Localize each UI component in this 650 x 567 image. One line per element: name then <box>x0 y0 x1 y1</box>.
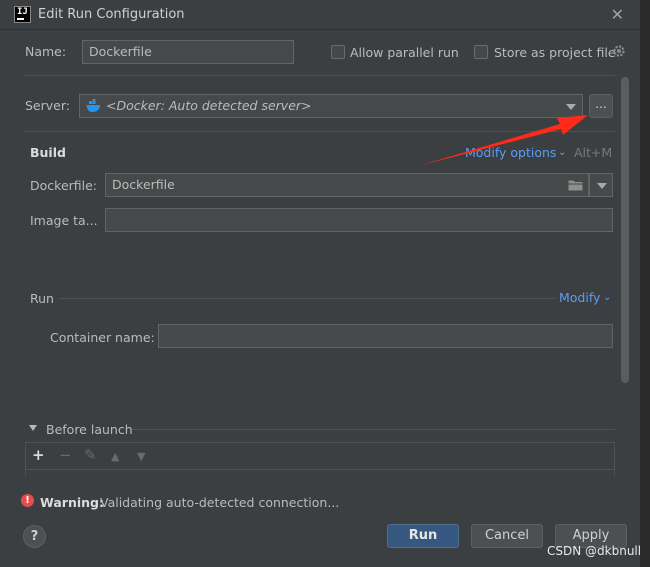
warning-icon: ! <box>21 494 34 507</box>
top-separator <box>23 75 615 76</box>
dockerfile-value: Dockerfile <box>112 177 175 192</box>
edit-icon[interactable]: ✎ <box>84 447 97 463</box>
server-dropdown[interactable]: <Docker: Auto detected server> <box>79 94 583 118</box>
run-heading: Run <box>30 291 54 306</box>
before-launch-separator <box>132 429 615 430</box>
name-label: Name: <box>25 44 67 59</box>
run-separator <box>59 298 555 299</box>
container-name-label: Container name: <box>50 330 155 345</box>
cancel-button[interactable]: Cancel <box>471 524 543 548</box>
dialog-window: IJ Edit Run Configuration ✕ Name: Docker… <box>0 0 640 567</box>
warning-message: Validating auto-detected connection... <box>100 495 340 510</box>
chevron-down-icon: ⌄ <box>603 292 612 303</box>
background-edge <box>640 0 650 567</box>
dockerfile-label: Dockerfile: <box>30 178 98 193</box>
server-separator <box>23 131 615 132</box>
chevron-down-icon: ⌄ <box>558 147 567 158</box>
docker-whale-icon <box>86 99 100 112</box>
intellij-app-icon: IJ <box>14 6 31 23</box>
modify-options-shortcut: Alt+M <box>574 145 613 160</box>
allow-parallel-label: Allow parallel run <box>350 45 459 60</box>
remove-icon[interactable]: − <box>59 447 72 463</box>
warning-prefix: Warning: <box>40 495 104 510</box>
help-button[interactable]: ? <box>23 525 46 548</box>
close-icon[interactable]: ✕ <box>611 5 624 24</box>
vertical-scrollbar[interactable] <box>621 77 629 383</box>
modify-options-link[interactable]: Modify options <box>465 145 556 160</box>
gear-icon[interactable] <box>612 44 626 58</box>
store-project-label: Store as project file <box>494 45 616 60</box>
store-project-checkbox[interactable] <box>474 45 488 59</box>
move-up-icon[interactable]: ▲ <box>111 449 119 465</box>
before-launch-label[interactable]: Before launch <box>46 422 133 437</box>
before-launch-panel: + − ✎ ▲ ▼ <box>25 442 615 476</box>
build-heading: Build <box>30 145 66 160</box>
image-tag-input[interactable] <box>105 208 613 232</box>
run-modify-link[interactable]: Modify <box>559 290 600 305</box>
add-icon[interactable]: + <box>32 447 45 463</box>
image-tag-label: Image ta... <box>30 213 98 228</box>
server-label: Server: <box>25 98 70 113</box>
collapse-triangle-icon[interactable] <box>29 425 37 431</box>
watermark-text: CSDN @dkbnull <box>547 544 642 558</box>
title-bar: IJ Edit Run Configuration ✕ <box>0 0 640 30</box>
dockerfile-dropdown-button[interactable] <box>589 173 613 197</box>
dockerfile-input[interactable]: Dockerfile <box>105 173 589 197</box>
toolbar-divider <box>26 469 614 470</box>
server-value: <Docker: Auto detected server> <box>106 98 312 113</box>
server-more-button[interactable]: ... <box>589 94 613 118</box>
run-button[interactable]: Run <box>387 524 459 548</box>
folder-icon[interactable] <box>568 179 583 191</box>
name-input[interactable]: Dockerfile <box>82 40 294 64</box>
container-name-input[interactable] <box>158 324 613 348</box>
chevron-down-icon <box>597 183 607 189</box>
allow-parallel-checkbox[interactable] <box>331 45 345 59</box>
move-down-icon[interactable]: ▼ <box>137 449 145 465</box>
window-title: Edit Run Configuration <box>38 7 185 22</box>
chevron-down-icon <box>566 104 576 110</box>
